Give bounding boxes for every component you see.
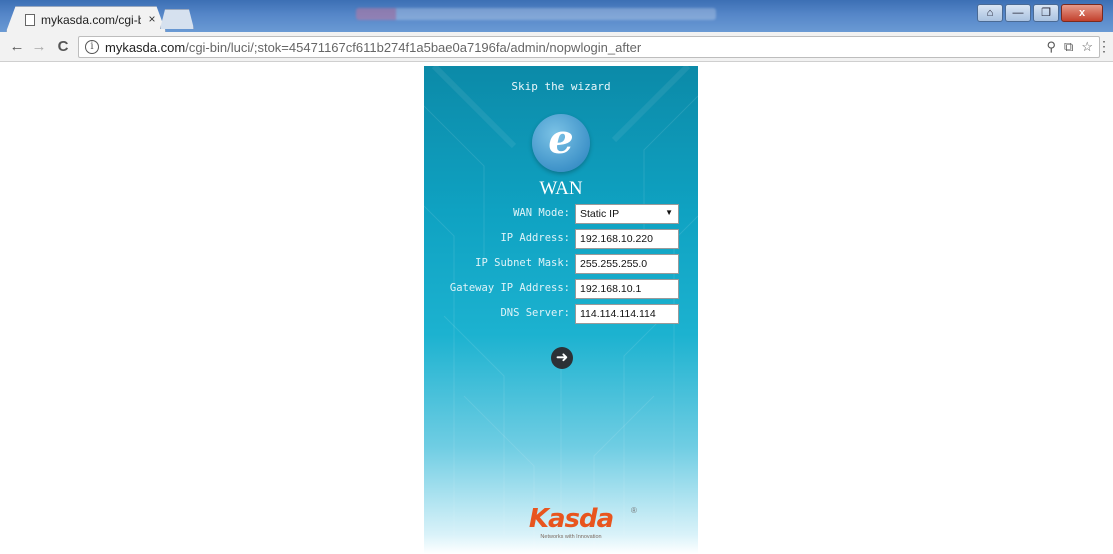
dns-server-label: DNS Server: <box>500 307 570 319</box>
ip-address-label: IP Address: <box>500 232 570 244</box>
wan-mode-row: WAN Mode: Static IP ▼ <box>424 204 698 224</box>
wan-mode-label: WAN Mode: <box>513 207 570 219</box>
e-logo-icon: e <box>548 116 574 163</box>
wan-mode-select[interactable]: Static IP ▼ <box>575 204 679 224</box>
browser-menu-icon[interactable]: ⋮ <box>1097 38 1111 55</box>
window-help-button[interactable]: ⌂ <box>977 4 1003 22</box>
reload-icon[interactable]: C <box>54 38 72 55</box>
page-title: WAN <box>539 178 583 199</box>
next-arrow-button[interactable]: ➜ <box>551 347 573 369</box>
brand-tagline: Networks with Innovation <box>540 534 602 540</box>
tab-title: mykasda.com/cgi-bin/ <box>41 13 141 27</box>
kasda-logo: Kasda <box>528 504 614 534</box>
back-arrow-icon[interactable]: ← <box>8 38 26 55</box>
url-text[interactable]: mykasda.com/cgi-bin/luci/;stok=45471167c… <box>105 40 641 55</box>
translate-icon[interactable]: ⧉ <box>1064 39 1073 55</box>
ip-address-input[interactable]: 192.168.10.220 <box>575 229 679 249</box>
forward-arrow-icon[interactable]: → <box>30 38 48 55</box>
subnet-mask-label: IP Subnet Mask: <box>475 257 570 269</box>
address-bar[interactable]: i mykasda.com/cgi-bin/luci/;stok=4547116… <box>78 36 1100 58</box>
subnet-mask-input[interactable]: 255.255.255.0 <box>575 254 679 274</box>
gateway-label: Gateway IP Address: <box>449 282 570 294</box>
bookmark-star-icon[interactable]: ☆ <box>1081 39 1093 55</box>
gateway-input[interactable]: 192.168.10.1 <box>575 279 679 299</box>
key-icon[interactable]: ⚲ <box>1047 39 1057 55</box>
new-tab-button[interactable] <box>160 9 194 29</box>
browser-toolbar: ← → C i mykasda.com/cgi-bin/luci/;stok=4… <box>0 32 1113 62</box>
wizard-panel: Skip the wizard e WAN WAN Mode: Static I… <box>424 66 698 554</box>
page-icon <box>25 14 35 26</box>
window-controls: ⌂ — ❐ x <box>977 4 1103 22</box>
dropdown-arrow-icon: ▼ <box>665 208 673 217</box>
ip-address-row: IP Address: 192.168.10.220 <box>424 229 698 249</box>
router-logo: e <box>532 114 590 172</box>
gateway-row: Gateway IP Address: 192.168.10.1 <box>424 279 698 299</box>
background-window-title <box>356 8 716 20</box>
dns-server-row: DNS Server: 114.114.114.114 <box>424 304 698 324</box>
omnibox-actions: ⚲ ⧉ ☆ <box>1047 39 1093 55</box>
site-info-icon[interactable]: i <box>85 40 99 54</box>
skip-wizard-link[interactable]: Skip the wizard <box>424 80 698 93</box>
wan-mode-value: Static IP <box>580 208 620 220</box>
window-minimize-button[interactable]: — <box>1005 4 1031 22</box>
window-close-button[interactable]: x <box>1061 4 1103 22</box>
window-maximize-button[interactable]: ❐ <box>1033 4 1059 22</box>
subnet-mask-row: IP Subnet Mask: 255.255.255.0 <box>424 254 698 274</box>
url-host: mykasda.com <box>105 40 186 55</box>
title-bar: mykasda.com/cgi-bin/ × ⌂ — ❐ x <box>0 0 1113 32</box>
browser-tab-active[interactable]: mykasda.com/cgi-bin/ × <box>6 6 166 32</box>
tab-close-icon[interactable]: × <box>145 12 159 26</box>
registered-mark: ® <box>631 506 637 515</box>
dns-server-input[interactable]: 114.114.114.114 <box>575 304 679 324</box>
url-path: /cgi-bin/luci/;stok=45471167cf611b274f1a… <box>185 40 642 55</box>
